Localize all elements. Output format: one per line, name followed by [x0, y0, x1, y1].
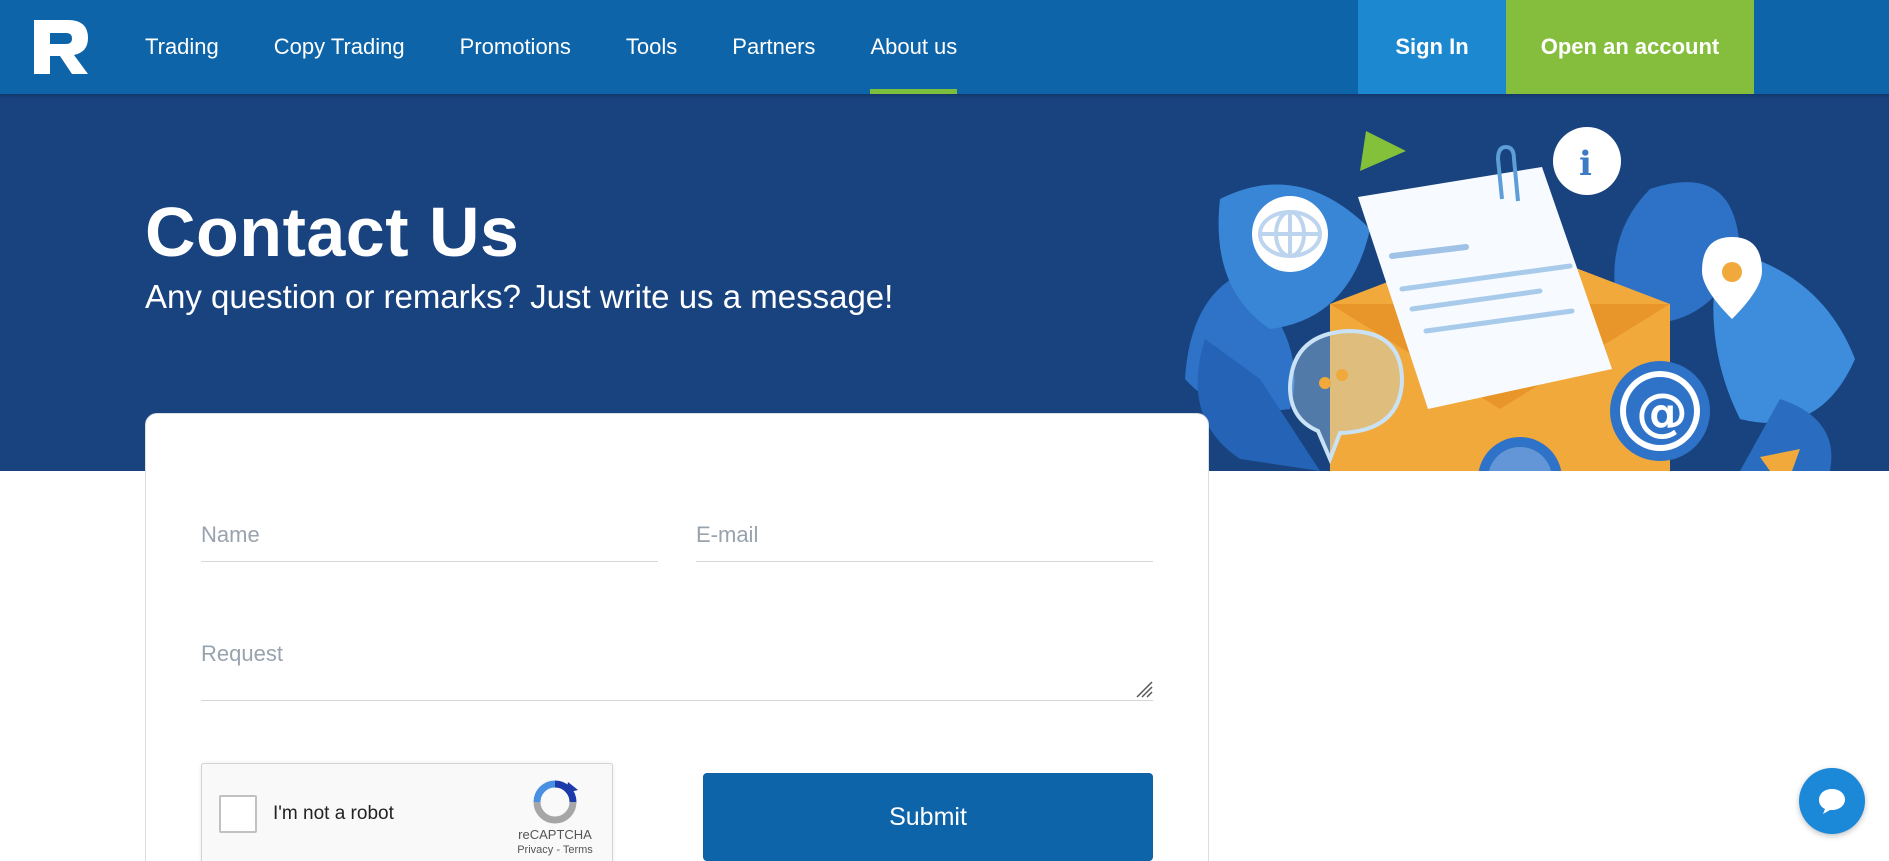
recaptcha-checkbox[interactable]: [219, 795, 257, 833]
nav-item-label: Partners: [732, 34, 816, 59]
envelope-illustration: i @: [1185, 127, 1855, 471]
chat-button[interactable]: [1799, 768, 1865, 834]
svg-text:i: i: [1579, 144, 1592, 184]
email-placeholder: E-mail: [696, 522, 759, 547]
nav-item-label: Promotions: [459, 34, 571, 59]
svg-text:@: @: [1636, 383, 1688, 443]
roboforex-logo-icon[interactable]: [34, 20, 88, 74]
recaptcha-widget: I'm not a robot reCAPTCHA Privacy - Term…: [201, 763, 613, 861]
page-title: Contact Us: [145, 193, 520, 271]
nav-item-tools[interactable]: Tools: [626, 0, 677, 94]
request-placeholder: Request: [201, 641, 283, 666]
email-field[interactable]: E-mail: [696, 512, 1153, 562]
chat-bubble-icon: [1819, 789, 1845, 814]
request-field[interactable]: Request: [201, 629, 1153, 701]
name-placeholder: Name: [201, 522, 260, 547]
page-subtitle: Any question or remarks? Just write us a…: [145, 278, 894, 315]
nav-item-about-us[interactable]: About us: [870, 0, 957, 94]
contact-form-card: Name E-mail Request I'm not a robot reCA…: [145, 413, 1209, 861]
nav-item-label: Copy Trading: [273, 34, 405, 59]
open-account-button[interactable]: Open an account: [1506, 0, 1754, 94]
resize-handle-icon[interactable]: [1135, 680, 1153, 698]
nav-item-partners[interactable]: Partners: [732, 0, 815, 94]
recaptcha-logo-icon: [533, 780, 578, 824]
submit-button[interactable]: Submit: [703, 773, 1153, 861]
nav-item-promotions[interactable]: Promotions: [460, 0, 571, 94]
recaptcha-brand: reCAPTCHA: [518, 827, 592, 842]
main-nav: Trading Copy Trading Promotions Tools Pa…: [145, 0, 1012, 94]
nav-item-trading[interactable]: Trading: [145, 0, 219, 94]
nav-item-label: Tools: [625, 34, 678, 59]
recaptcha-privacy-terms-link[interactable]: Privacy - Terms: [505, 844, 605, 856]
nav-item-copy-trading[interactable]: Copy Trading: [274, 0, 405, 94]
sign-in-button[interactable]: Sign In: [1358, 0, 1506, 94]
nav-item-label: Trading: [145, 34, 219, 59]
name-field[interactable]: Name: [201, 512, 658, 562]
nav-item-label: About us: [870, 34, 958, 59]
top-navigation-bar: Trading Copy Trading Promotions Tools Pa…: [0, 0, 1889, 94]
recaptcha-label: I'm not a robot: [273, 803, 394, 824]
